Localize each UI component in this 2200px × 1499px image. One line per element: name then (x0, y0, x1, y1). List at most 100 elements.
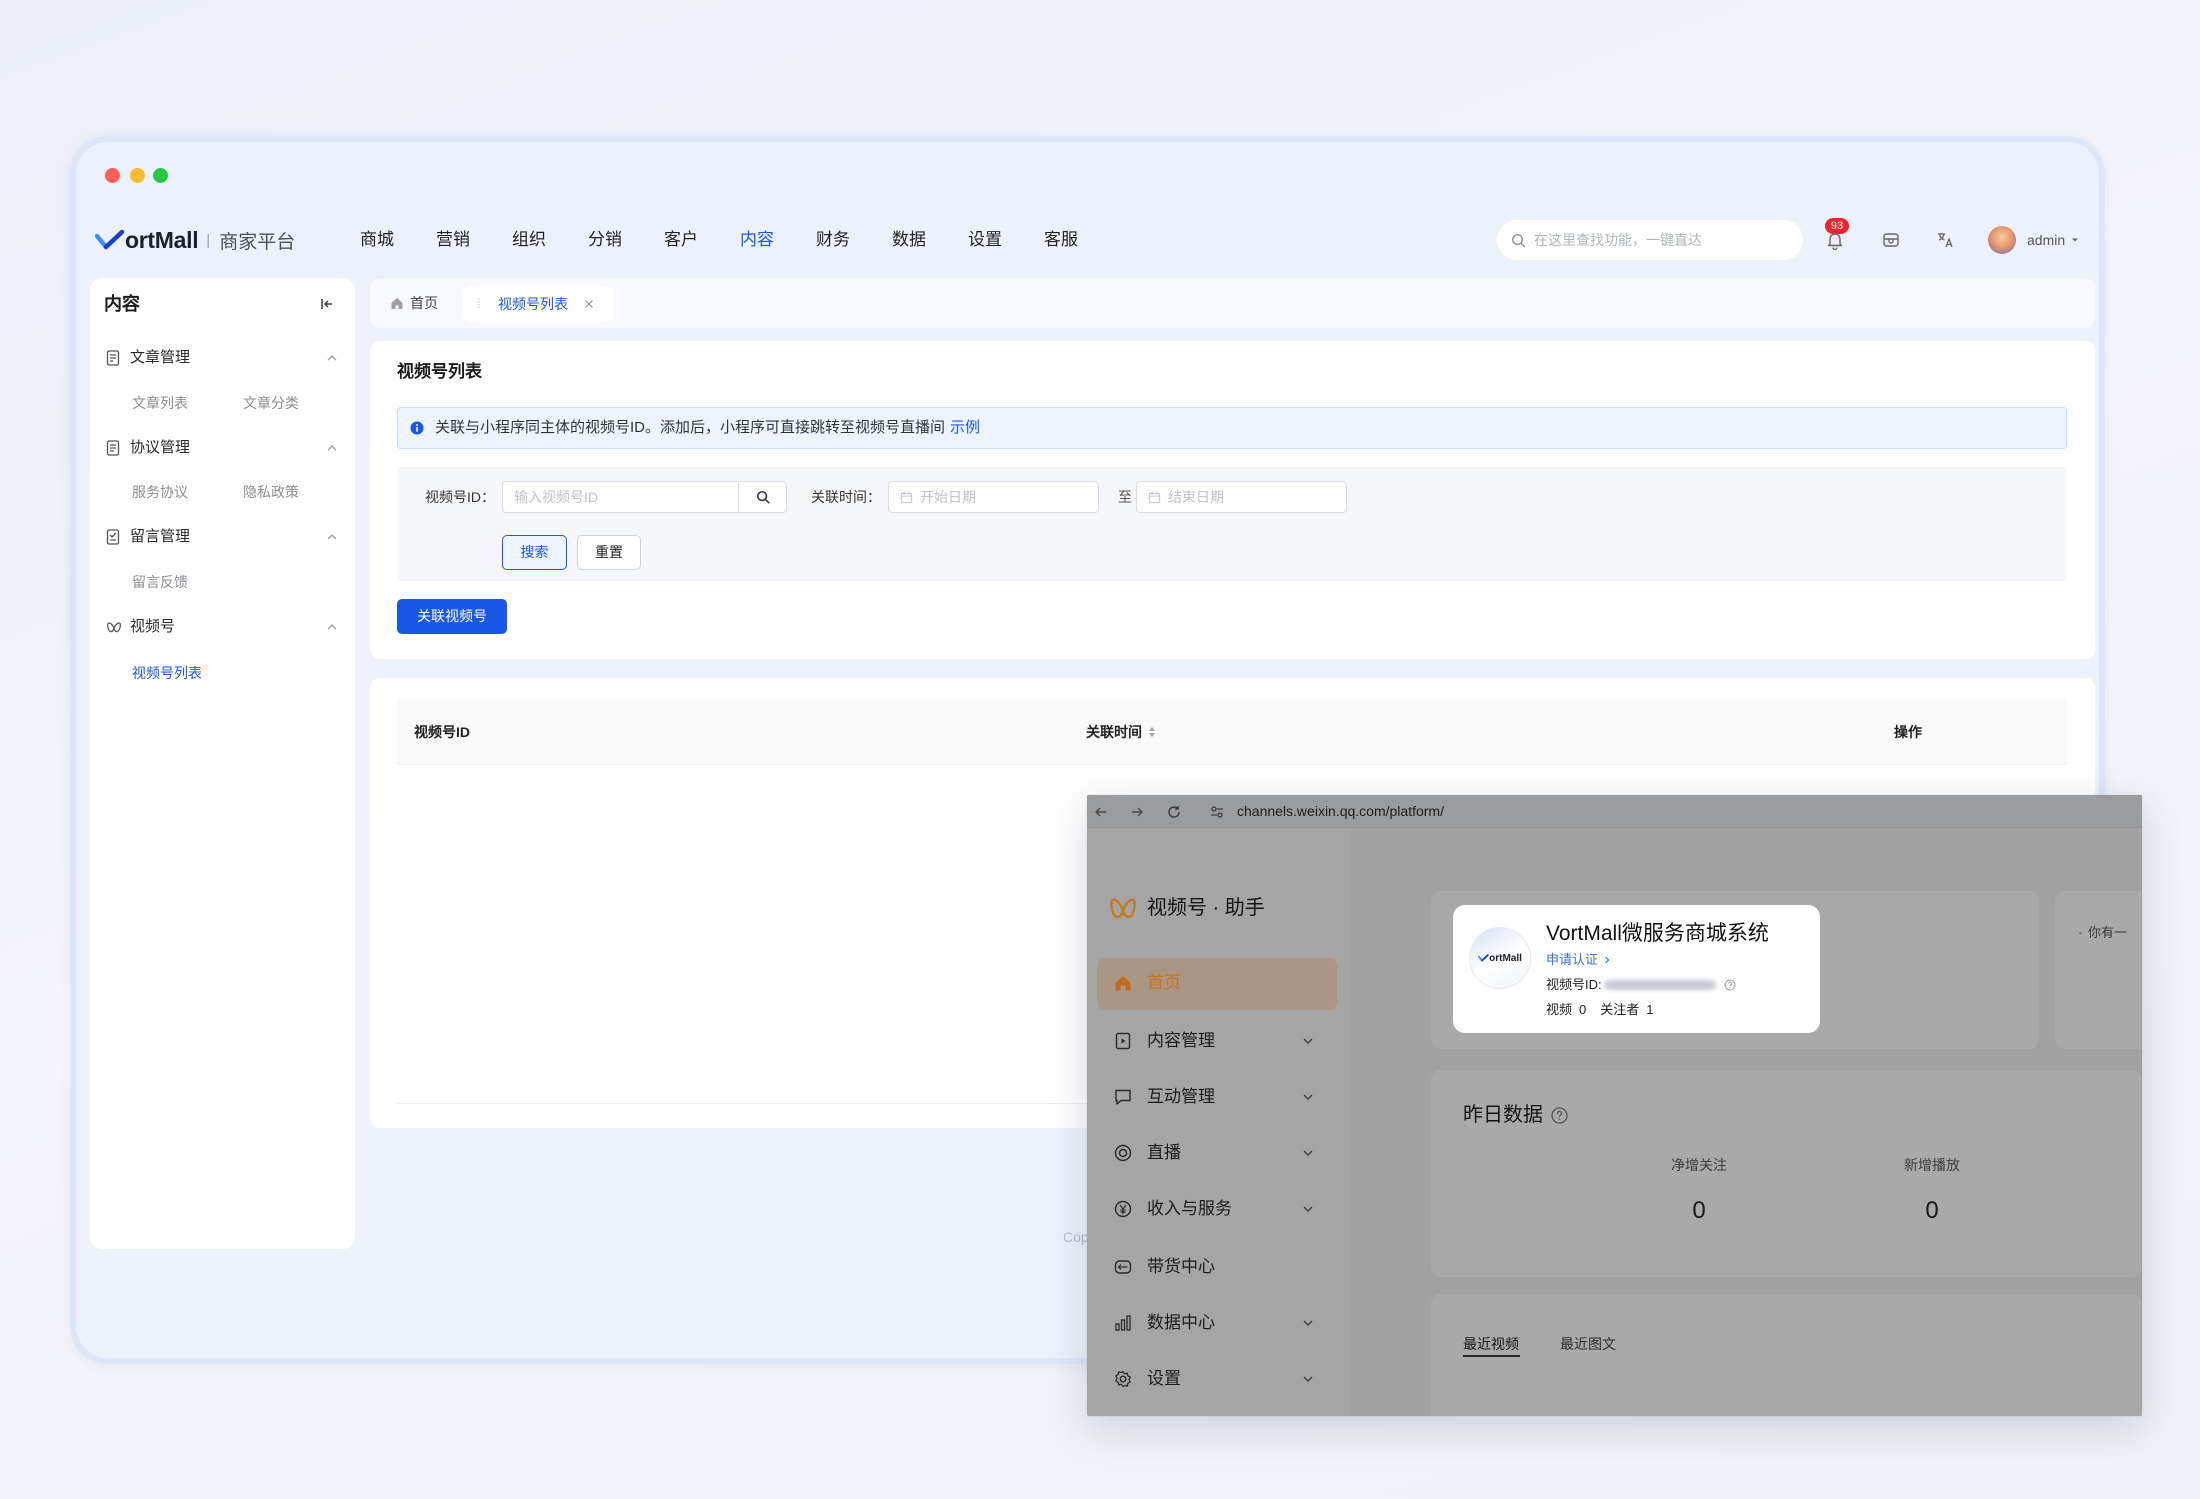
chevron-up-icon (327, 534, 337, 540)
example-link[interactable]: 示例 (950, 419, 980, 436)
drag-handle-icon[interactable]: ⁞ (477, 286, 481, 322)
page-title: 视频号列表 (397, 362, 482, 381)
sidebar-group-label: 文章管理 (130, 349, 191, 366)
home-icon (391, 298, 403, 309)
nav-item-customer[interactable]: 客户 (664, 228, 698, 252)
account-card: ortMall VortMall微服务商城系统 申请认证 视频号ID: 视频 0 关… (1431, 891, 2039, 1049)
back-arrow-icon[interactable] (1093, 804, 1109, 820)
tab-label: 视频号列表 (498, 296, 568, 312)
nav-item-distribution[interactable]: 分销 (588, 228, 622, 252)
tab-recent-posts[interactable]: 最近图文 (1560, 1334, 1616, 1354)
sort-icon[interactable] (1148, 726, 1156, 738)
help-icon[interactable] (1724, 979, 1736, 991)
assistant-nav-commerce[interactable]: 带货中心 (1087, 1253, 1351, 1281)
translate-button[interactable] (1933, 228, 1957, 252)
sidebar-group-messages[interactable]: 留言管理 (90, 525, 355, 549)
address-bar-url[interactable]: channels.weixin.qq.com/platform/ (1237, 795, 1444, 828)
assistant-nav-data[interactable]: 数据中心 (1087, 1309, 1351, 1337)
nav-item-mall[interactable]: 商城 (360, 228, 394, 252)
browser-toolbar: channels.weixin.qq.com/platform/ (1087, 795, 2142, 828)
sidebar-item-service-agreement[interactable]: 服务协议 (132, 480, 188, 504)
tab-recent-videos[interactable]: 最近视频 (1463, 1334, 1519, 1354)
global-search-input[interactable]: 在这里查找功能，一键直达 (1497, 220, 1803, 260)
assistant-nav-content[interactable]: 内容管理 (1087, 1027, 1351, 1055)
channel-id-label: 视频号ID: (1546, 977, 1602, 992)
brand-logo[interactable]: ortMall | 商家平台 (95, 224, 295, 256)
reset-button[interactable]: 重置 (577, 535, 641, 570)
user-menu[interactable]: admin (2027, 230, 2081, 250)
channel-id-search-button[interactable] (738, 481, 787, 513)
document-icon (106, 350, 120, 366)
reload-icon[interactable] (1166, 804, 1182, 820)
search-icon (756, 490, 769, 504)
column-link-time[interactable]: 关联时间 (1086, 720, 1156, 744)
help-icon[interactable] (1551, 1107, 1568, 1124)
info-icon (410, 421, 424, 435)
yesterday-data-card: 昨日数据 净增关注 0 新增播放 0 (1431, 1070, 2142, 1277)
notice-text[interactable]: 你有一 (2088, 924, 2127, 942)
nav-label: 互动管理 (1147, 1087, 1215, 1106)
sidebar-group-label: 协议管理 (130, 439, 191, 456)
nav-item-organization[interactable]: 组织 (512, 228, 546, 252)
metric-label: 净增关注 (1671, 1157, 1727, 1173)
sidebar-item-message-feedback[interactable]: 留言反馈 (132, 570, 188, 594)
sidebar-group-articles[interactable]: 文章管理 (90, 346, 355, 370)
info-alert: 关联与小程序同主体的视频号ID。添加后，小程序可直接跳转至视频号直播间 示例 (397, 407, 2067, 449)
sidebar-group-label: 视频号 (130, 618, 176, 635)
start-date-input[interactable]: 开始日期 (888, 481, 1099, 513)
alert-text-wrap: 关联与小程序同主体的视频号ID。添加后，小程序可直接跳转至视频号直播间 示例 (435, 408, 980, 448)
forward-arrow-icon[interactable] (1129, 804, 1145, 820)
chevron-up-icon (327, 624, 337, 630)
account-stats: 视频 0 关注者 1 (1546, 1001, 1668, 1019)
window-minimize-button[interactable] (130, 168, 145, 183)
assistant-nav-live[interactable]: 直播 (1087, 1139, 1351, 1167)
sidebar-group-channels[interactable]: 视频号 (90, 615, 355, 639)
window-maximize-button[interactable] (153, 168, 168, 183)
verify-label: 申请认证 (1546, 952, 1599, 967)
assistant-nav-home[interactable]: 首页 (1087, 969, 1351, 997)
sidebar-item-channel-list[interactable]: 视频号列表 (132, 661, 202, 685)
nav-item-data[interactable]: 数据 (892, 228, 926, 252)
chart-icon (1115, 1315, 1131, 1331)
nav-item-service[interactable]: 客服 (1044, 228, 1078, 252)
nav-item-settings[interactable]: 设置 (968, 228, 1002, 252)
link-channel-button[interactable]: 关联视频号 (397, 599, 507, 634)
channels-assistant-window: channels.weixin.qq.com/platform/ 视频号 · 助… (1087, 795, 2142, 1416)
nav-item-content[interactable]: 内容 (740, 228, 774, 252)
sidebar-item-article-list[interactable]: 文章列表 (132, 391, 188, 415)
account-profile[interactable]: ortMall VortMall微服务商城系统 申请认证 视频号ID: 视频 0 关… (1453, 905, 1820, 1033)
content-icon (1115, 1032, 1131, 1050)
avatar-logo-text: ortMall (1489, 952, 1522, 964)
followers-count: 1 (1646, 1002, 1654, 1017)
brand-divider: | (206, 231, 211, 249)
column-label: 关联时间 (1086, 724, 1142, 740)
search-button[interactable]: 搜索 (502, 535, 567, 570)
store-button[interactable] (1879, 228, 1903, 252)
channel-id-input[interactable]: 输入视频号ID (502, 481, 739, 513)
user-avatar[interactable] (1988, 226, 2016, 254)
nav-item-finance[interactable]: 财务 (816, 228, 850, 252)
apply-verification-link[interactable]: 申请认证 (1546, 951, 1612, 969)
nav-label: 首页 (1147, 973, 1181, 992)
tab-channel-list[interactable]: ⁞ 视频号列表 (463, 286, 613, 322)
close-icon[interactable] (584, 299, 594, 309)
sidebar-item-article-category[interactable]: 文章分类 (243, 391, 299, 415)
sidebar-item-privacy-policy[interactable]: 隐私政策 (243, 480, 299, 504)
yesterday-data-title: 昨日数据 (1463, 1104, 1543, 1126)
collapse-sidebar-icon[interactable] (319, 296, 335, 312)
window-close-button[interactable] (105, 168, 120, 183)
live-icon (1114, 1144, 1132, 1162)
tab-home[interactable]: 首页 (390, 291, 438, 315)
store-icon (1883, 233, 1899, 247)
site-settings-icon[interactable] (1209, 804, 1225, 820)
nav-label: 设置 (1147, 1369, 1181, 1388)
sidebar: 内容 文章管理 文章列表 文章分类 协议管理 服务协议 隐私政策 留言管理 留言… (90, 278, 355, 1249)
sidebar-group-agreements[interactable]: 协议管理 (90, 436, 355, 460)
end-date-input[interactable]: 结束日期 (1136, 481, 1347, 513)
metric-value: 0 (1692, 1197, 1706, 1224)
assistant-nav-interaction[interactable]: 互动管理 (1087, 1083, 1351, 1111)
nav-item-marketing[interactable]: 营销 (436, 228, 470, 252)
assistant-nav-settings[interactable]: 设置 (1087, 1365, 1351, 1393)
translate-icon (1938, 233, 1953, 248)
assistant-nav-income[interactable]: 收入与服务 (1087, 1195, 1351, 1223)
